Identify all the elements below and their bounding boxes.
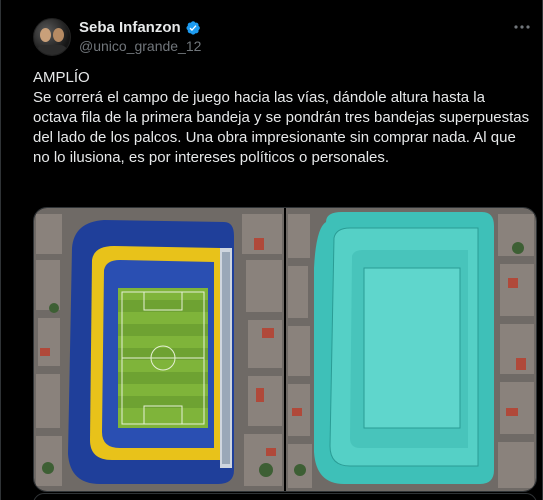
- next-card-edge: [33, 493, 537, 500]
- author-handle[interactable]: @unico_grande_12: [79, 37, 201, 55]
- more-options-icon[interactable]: [512, 18, 532, 38]
- tweet-text: AMPLÍO Se correrá el campo de juego haci…: [33, 69, 530, 166]
- tweet-media[interactable]: [33, 207, 537, 492]
- tweet-card: Seba Infanzon @unico_grande_12 AMPLÍO Se…: [0, 0, 543, 500]
- display-name[interactable]: Seba Infanzon: [79, 19, 181, 37]
- avatar[interactable]: [33, 18, 71, 56]
- stadium-aerial-photo[interactable]: [34, 208, 284, 491]
- author-names: Seba Infanzon @unico_grande_12: [79, 19, 201, 55]
- stadium-render-icon: [286, 208, 536, 491]
- stadium-renovation-render[interactable]: [286, 208, 536, 491]
- verified-badge-icon: [186, 21, 200, 35]
- tweet-header: Seba Infanzon @unico_grande_12: [33, 18, 201, 56]
- name-row: Seba Infanzon: [79, 19, 201, 37]
- more-dots-icon: [514, 25, 530, 29]
- stadium-photo-icon: [34, 208, 284, 491]
